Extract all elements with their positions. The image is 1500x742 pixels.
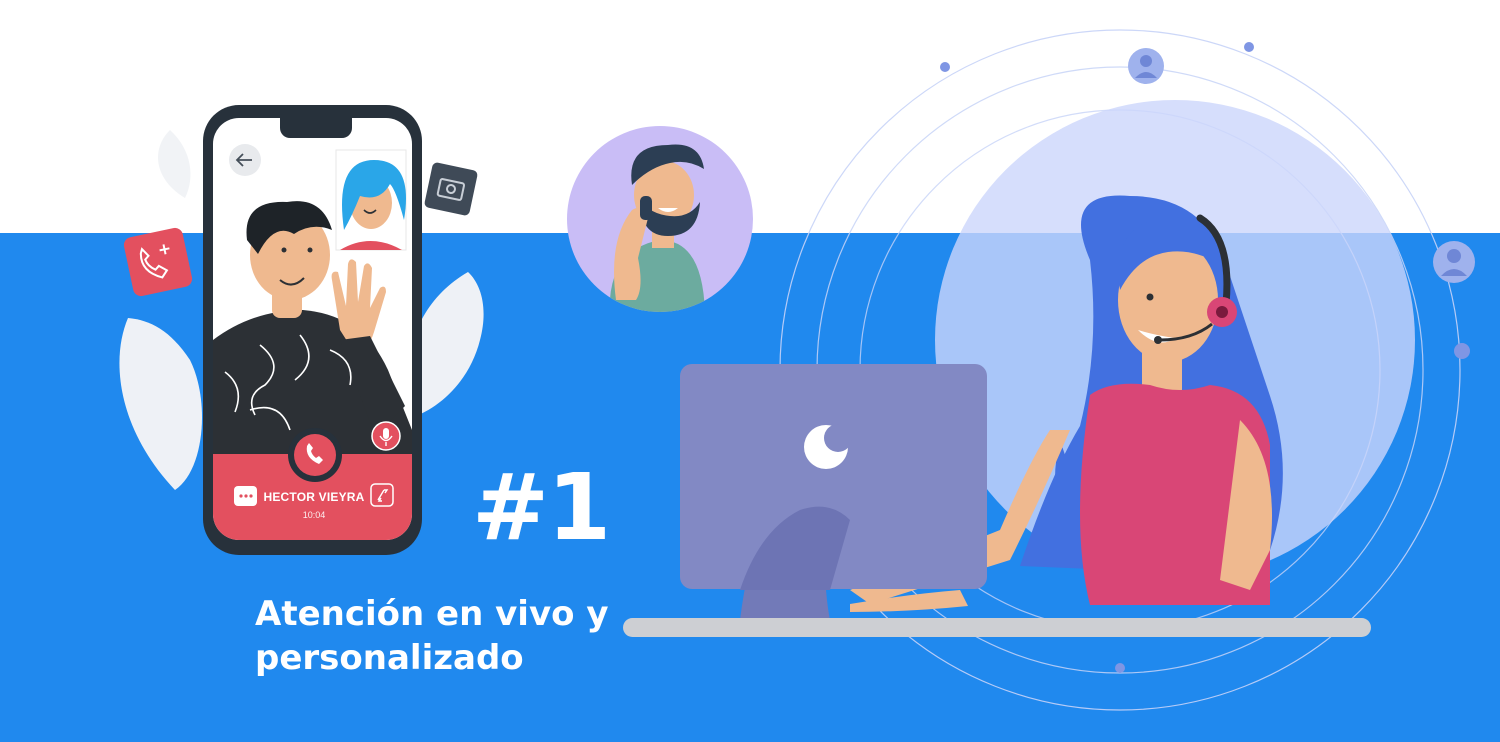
caller-name: HECTOR VIEYRA <box>263 490 365 504</box>
tagline-line-2: personalizado <box>255 638 524 678</box>
microphone-icon[interactable] <box>371 421 401 451</box>
tagline: Atención en vivo y personalizado <box>255 592 635 680</box>
end-call-icon[interactable] <box>288 428 342 482</box>
caller-info: HECTOR VIEYRA 10:04 <box>255 490 373 520</box>
call-duration: 10:04 <box>302 510 326 520</box>
chat-icon[interactable] <box>234 486 257 506</box>
phone-add-icon <box>123 227 193 297</box>
tagline-line-1: Atención en vivo y <box>255 594 609 634</box>
headline-rank: #1 <box>472 454 611 561</box>
user-icon <box>1128 48 1164 84</box>
camera-icon <box>424 162 478 216</box>
phone-mockup <box>203 105 422 555</box>
desk <box>623 618 1371 637</box>
back-arrow-icon[interactable] <box>229 144 261 176</box>
illustration <box>119 29 1475 711</box>
customer-avatar <box>567 126 753 312</box>
self-view-thumbnail <box>335 149 407 251</box>
computer-monitor <box>680 364 987 620</box>
user-icon <box>1433 241 1475 283</box>
